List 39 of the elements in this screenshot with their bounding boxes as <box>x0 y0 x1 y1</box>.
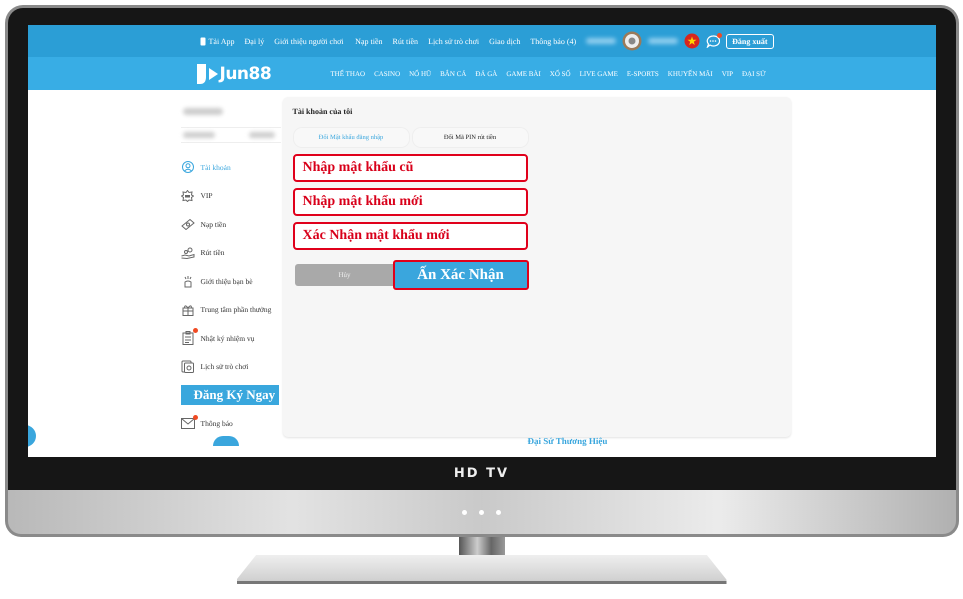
badge-icon <box>181 190 194 202</box>
footer-icon <box>212 436 238 446</box>
mail-icon <box>180 418 194 430</box>
blurred-username <box>648 38 678 44</box>
logo-text: Jun88 <box>220 64 272 84</box>
blurred-amount <box>248 132 274 138</box>
blurred-balance <box>586 38 616 44</box>
phone-icon <box>200 36 206 46</box>
logo-mark-icon <box>194 62 218 84</box>
top-link[interactable]: Rút tiền <box>392 36 418 46</box>
logout-button[interactable]: Đăng xuất <box>726 34 774 48</box>
confirm-button[interactable]: Ấn Xác Nhận <box>392 260 528 290</box>
clipboard-icon <box>182 331 194 346</box>
top-link[interactable]: Tải App <box>208 36 234 46</box>
hand-coins-icon <box>180 246 194 259</box>
top-link[interactable]: Giới thiệu người chơi <box>274 36 344 46</box>
blurred-level <box>182 132 214 138</box>
user-icon <box>182 161 194 174</box>
top-link[interactable]: Thông báo (4) <box>530 36 576 46</box>
panel-title: Tài khoản của tôi <box>292 107 354 116</box>
cards-icon <box>181 360 194 374</box>
password-field[interactable]: Xác Nhận mật khẩu mới <box>292 222 528 250</box>
password-field[interactable]: Nhập mật khẩu cũ <box>292 154 528 182</box>
cash-icon <box>180 218 194 230</box>
footer-heading: Đại Sứ Thương Hiệu <box>528 436 608 446</box>
flag-icon <box>684 33 700 49</box>
tv-brand: HD TV <box>454 466 510 481</box>
top-link[interactable]: Lịch sử trò chơi <box>428 36 480 46</box>
password-field[interactable]: Nhập mật khẩu mới <box>292 188 528 216</box>
register-banner[interactable]: Đăng Ký Ngay <box>180 385 280 406</box>
avatar-icon <box>622 31 642 51</box>
top-link[interactable]: Đại lý <box>244 36 264 46</box>
indicator-lights-icon <box>462 510 501 514</box>
top-link[interactable]: Giao dịch <box>489 36 520 46</box>
gift-icon <box>182 304 194 316</box>
stand-neck <box>458 537 504 555</box>
top-link[interactable]: Nạp tiền <box>355 36 382 46</box>
blurred-username <box>182 108 222 115</box>
hand-bell-icon <box>182 274 194 288</box>
